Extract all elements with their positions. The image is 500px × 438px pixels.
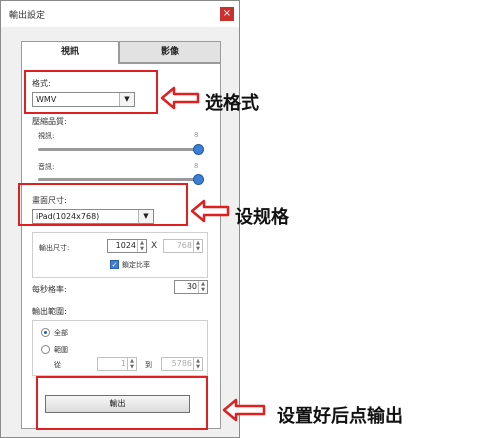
- output-range-group: 全部 範圍 從 1 ▲ ▼ 到 5786 ▲ ▼: [32, 320, 208, 376]
- audio-quality-label: 音訊:: [38, 163, 55, 171]
- annotation-size: 设规格: [235, 207, 289, 228]
- audio-quality-slider[interactable]: [38, 178, 198, 181]
- lock-ratio-checkbox[interactable]: ✓: [110, 260, 119, 269]
- arrow-left-icon: [222, 398, 266, 422]
- video-quality-slider[interactable]: [38, 148, 198, 151]
- tab-video[interactable]: 視訊: [21, 41, 119, 64]
- spinner-arrows-icon[interactable]: ▲ ▼: [193, 358, 202, 370]
- spinner-arrows-icon[interactable]: ▲ ▼: [127, 358, 136, 370]
- video-quality-value: 8: [194, 131, 199, 139]
- tab-image[interactable]: 影像: [119, 41, 221, 63]
- spinner-arrows-icon[interactable]: ▲ ▼: [137, 240, 146, 252]
- export-highlight-box: [36, 376, 208, 430]
- output-width-input[interactable]: 1024 ▲ ▼: [107, 239, 147, 253]
- arrow-left-icon: [160, 86, 200, 110]
- format-highlight-box: [24, 70, 158, 114]
- range-custom-label: 範圍: [54, 346, 68, 354]
- video-quality-slider-handle[interactable]: [192, 144, 204, 155]
- output-size-label: 輸出尺寸:: [39, 244, 70, 252]
- range-from-label: 從: [54, 361, 61, 369]
- annotation-export: 设置好后点输出: [277, 406, 403, 427]
- lock-ratio-label: 鎖定比率: [122, 261, 150, 269]
- output-range-label: 輸出範圍:: [32, 307, 67, 316]
- times-sign: X: [151, 241, 158, 251]
- arrow-left-icon: [190, 199, 230, 223]
- close-button[interactable]: ×: [220, 7, 234, 21]
- audio-quality-value: 8: [194, 162, 199, 170]
- spinner-arrows-icon[interactable]: ▲ ▼: [198, 281, 207, 293]
- size-highlight-box: [18, 183, 188, 226]
- spinner-arrows-icon[interactable]: ▲ ▼: [193, 240, 202, 252]
- output-height-input[interactable]: 768 ▲ ▼: [163, 239, 203, 253]
- range-all-radio[interactable]: [41, 328, 50, 337]
- annotation-format: 选格式: [205, 93, 259, 114]
- frame-rate-label: 每秒格率:: [32, 285, 67, 294]
- range-custom-radio[interactable]: [41, 345, 50, 354]
- audio-quality-slider-handle[interactable]: [192, 174, 204, 185]
- output-size-group: 輸出尺寸: 1024 ▲ ▼ X 768 ▲ ▼ ✓ 鎖定比率: [32, 232, 208, 278]
- dialog-title: 輸出設定: [9, 11, 46, 21]
- range-from-input[interactable]: 1 ▲ ▼: [97, 357, 137, 371]
- range-to-input[interactable]: 5786 ▲ ▼: [161, 357, 203, 371]
- quality-label: 壓縮品質:: [32, 117, 67, 126]
- title-bar: 輸出設定 ×: [1, 1, 239, 27]
- video-quality-label: 視訊:: [38, 132, 55, 140]
- range-to-label: 到: [145, 361, 152, 369]
- video-settings-panel: 格式: WMV ▼ 壓縮品質: 視訊: 8 音訊: 8 畫面尺寸: iPad(1…: [21, 63, 221, 429]
- range-all-label: 全部: [54, 329, 68, 337]
- frame-rate-input[interactable]: 30 ▲ ▼: [174, 280, 208, 294]
